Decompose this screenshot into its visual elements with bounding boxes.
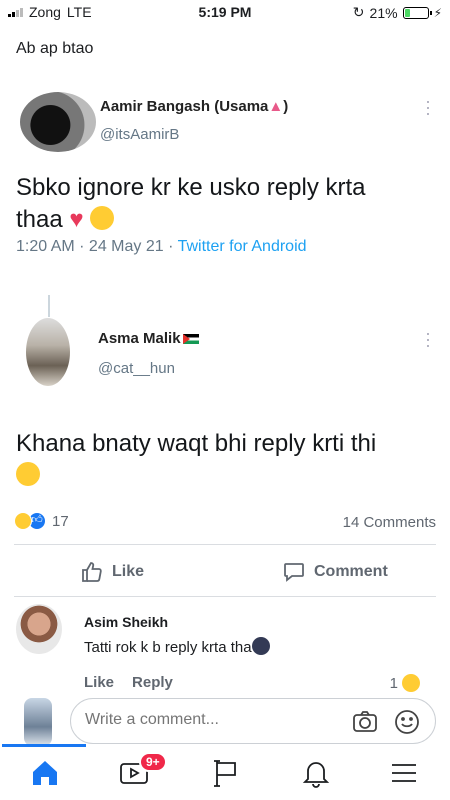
thread-line [48, 295, 50, 317]
tweet1-body-line2: thaa [16, 206, 63, 233]
divider [14, 544, 436, 545]
broken-heart-icon: ♥ [69, 206, 84, 233]
home-icon[interactable] [29, 757, 61, 789]
cake-icon: ▲ [268, 98, 284, 115]
camera-icon[interactable] [351, 708, 379, 736]
tweet2-name: Asma Malik [98, 330, 199, 347]
smirk-emoji-icon [16, 462, 40, 486]
tweet1-body: Sbko ignore kr ke usko reply krta thaa ♥ [16, 172, 366, 236]
tweet1-avatar [20, 92, 96, 152]
comment-input[interactable] [85, 711, 335, 729]
battery-percent: 21% [369, 4, 398, 21]
divider [14, 596, 436, 597]
comments-count-link[interactable]: 14 Comments [343, 514, 436, 531]
comment-text: Tatti rok k b reply krta tha [84, 637, 270, 656]
tweet1-source: Twitter for Android [177, 238, 307, 255]
comment-like-button[interactable]: Like [84, 674, 114, 691]
tweet2-more-icon: · · · [425, 323, 431, 355]
comment-button[interactable]: Comment [282, 560, 388, 584]
tweet2-handle: @cat__hun [98, 360, 175, 377]
video-badge: 9+ [139, 752, 167, 772]
charging-icon: ⚡ [433, 5, 442, 20]
comment-icon [284, 563, 304, 582]
tweet2-avatar [26, 318, 70, 386]
smile-emoji-icon [90, 206, 115, 230]
tweet1-time: 1:20 AM [16, 238, 75, 255]
post-text: Ab ap btao [16, 40, 94, 57]
tweet2-body-text: Khana bnaty waqt bhi reply krti thi [16, 430, 377, 457]
comment-composer[interactable] [70, 698, 436, 744]
comment-reply-button[interactable]: Reply [132, 674, 173, 691]
tweet1-name-close: ) [283, 98, 289, 115]
comment-reaction-number: 1 [389, 674, 398, 692]
palestine-flag-icon [182, 334, 199, 345]
tweet1-handle: @itsAamirB [100, 126, 180, 143]
tweet1-name-text: Aamir Bangash (Usama [100, 98, 269, 115]
tweet1-name: Aamir Bangash (Usama▲) [100, 98, 288, 115]
tweet1-meta: 1:20 AM · 24 May 21 · Twitter for Androi… [16, 238, 307, 255]
emoji-icon[interactable] [393, 708, 421, 736]
my-avatar [24, 698, 52, 746]
commenter-name[interactable]: Asim Sheikh [84, 614, 168, 630]
rotation-lock-icon: ↻ [352, 4, 365, 20]
status-bar: Zong LTE 5:19 PM ↻ 21% ⚡ [0, 0, 450, 26]
dark-face-emoji-icon [251, 637, 270, 655]
tweet1-body-line1: Sbko ignore kr ke usko reply krta [16, 174, 366, 201]
like-label: Like [112, 563, 145, 580]
reactions-summary[interactable]: 👍︎ 17 [14, 512, 69, 530]
tweet1-more-icon: · · · [425, 91, 431, 123]
reaction-count: 17 [52, 512, 69, 530]
comment-label: Comment [314, 563, 388, 580]
like-button[interactable]: Like [80, 560, 144, 584]
battery-icon [402, 6, 432, 19]
tweet1-date: 24 May 21 [88, 238, 164, 255]
thumbs-up-icon [82, 562, 102, 582]
status-right: ↻ 21% ⚡ [353, 4, 442, 21]
comment-actions: Like Reply [84, 674, 173, 691]
tweet2-name-text: Asma Malik [98, 330, 181, 347]
haha-reaction-icon [402, 674, 420, 692]
battery-fill [404, 8, 410, 17]
pages-flag-icon[interactable] [210, 757, 242, 789]
bottom-tab-bar [0, 747, 450, 800]
tweet2-body: Khana bnaty waqt bhi reply krti thi [16, 428, 376, 492]
commenter-avatar[interactable] [16, 604, 62, 654]
comment-reaction-count[interactable]: 1 [390, 674, 420, 692]
menu-icon[interactable] [388, 757, 420, 789]
comment-text-body: Tatti rok k b reply krta tha [84, 639, 252, 656]
haha-reaction-icon [14, 512, 32, 530]
bell-icon[interactable] [300, 757, 332, 789]
